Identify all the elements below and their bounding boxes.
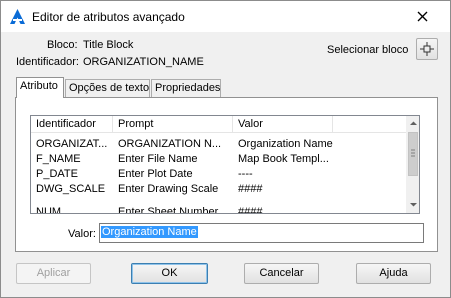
row-prompt: Enter File Name [118, 153, 198, 165]
row-tag: F_NAME [36, 153, 81, 165]
help-button[interactable]: Ajuda [356, 263, 431, 284]
close-icon [417, 11, 428, 22]
value-label: Valor: [68, 228, 96, 240]
row-tag: NUM... [36, 206, 71, 214]
table-row[interactable]: NUM... Enter Sheet Number #### [31, 206, 407, 214]
row-value: Map Book Templ... [238, 153, 329, 165]
scroll-down-button[interactable] [407, 198, 419, 211]
scroll-up-button[interactable] [407, 117, 419, 130]
scroll-thumb[interactable] [408, 132, 418, 176]
column-header-value[interactable]: Valor [233, 116, 333, 133]
tag-name: ORGANIZATION_NAME [83, 56, 204, 68]
value-input[interactable]: Organization Name [99, 223, 424, 243]
column-header-prompt[interactable]: Prompt [113, 116, 233, 133]
value-input-text: Organization Name [101, 226, 198, 238]
row-value: #### [238, 183, 263, 195]
title-bar: Editor de atributos avançado [1, 1, 450, 32]
table-row[interactable]: ORGANIZAT... ORGANIZATION N... Organizat… [31, 138, 407, 152]
table-row[interactable]: F_NAME Enter File Name Map Book Templ... [31, 153, 407, 167]
row-tag: P_DATE [36, 168, 78, 180]
tab-opcoes-de-texto[interactable]: Opções de texto [65, 79, 150, 97]
apply-button[interactable]: Aplicar [16, 263, 91, 284]
row-tag: ORGANIZAT... [36, 138, 108, 150]
grip-icon [411, 149, 415, 157]
ok-button[interactable]: OK [131, 263, 208, 284]
help-button-label: Ajuda [379, 267, 408, 279]
tab-atributo[interactable]: Atributo [16, 77, 64, 98]
apply-button-label: Aplicar [36, 267, 71, 279]
chevron-up-icon [410, 121, 417, 125]
attribute-list[interactable]: Identificador Prompt Valor ORGANIZAT... … [30, 115, 420, 214]
ok-button-label: OK [161, 267, 178, 279]
tab-atributo-label: Atributo [20, 80, 58, 92]
close-button[interactable] [406, 8, 439, 25]
crosshair-pick-icon [420, 42, 434, 56]
list-vertical-scrollbar[interactable] [406, 116, 419, 213]
attribute-editor-dialog: Editor de atributos avançado Bloco: Titl… [0, 0, 451, 298]
chevron-down-icon [410, 203, 417, 207]
autocad-logo-icon [10, 9, 25, 24]
select-block-button[interactable] [416, 38, 438, 60]
cancel-button[interactable]: Cancelar [244, 263, 319, 284]
row-prompt: ORGANIZATION N... [118, 138, 222, 150]
cancel-button-label: Cancelar [259, 267, 304, 279]
table-row[interactable]: DWG_SCALE Enter Drawing Scale #### [31, 183, 407, 197]
row-prompt: Enter Sheet Number [118, 206, 219, 214]
block-label: Bloco: [47, 39, 78, 51]
tag-label: Identificador: [16, 56, 79, 68]
window-title: Editor de atributos avançado [32, 10, 185, 24]
row-value: #### [238, 206, 263, 214]
column-header-tag[interactable]: Identificador [31, 116, 113, 133]
tab-propriedades[interactable]: Propriedades [151, 79, 221, 97]
select-block-label: Selecionar bloco [327, 44, 409, 56]
tab-propriedades-label: Propriedades [155, 82, 221, 94]
row-value: ---- [238, 168, 253, 180]
block-name: Title Block [83, 39, 134, 51]
row-prompt: Enter Drawing Scale [118, 183, 219, 195]
table-row[interactable]: P_DATE Enter Plot Date ---- [31, 168, 407, 182]
row-tag: DWG_SCALE [36, 183, 106, 195]
row-value: Organization Name [238, 138, 333, 150]
row-prompt: Enter Plot Date [118, 168, 193, 180]
tab-opcoes-label: Opções de texto [69, 82, 150, 94]
list-header: Identificador Prompt Valor [31, 116, 407, 133]
